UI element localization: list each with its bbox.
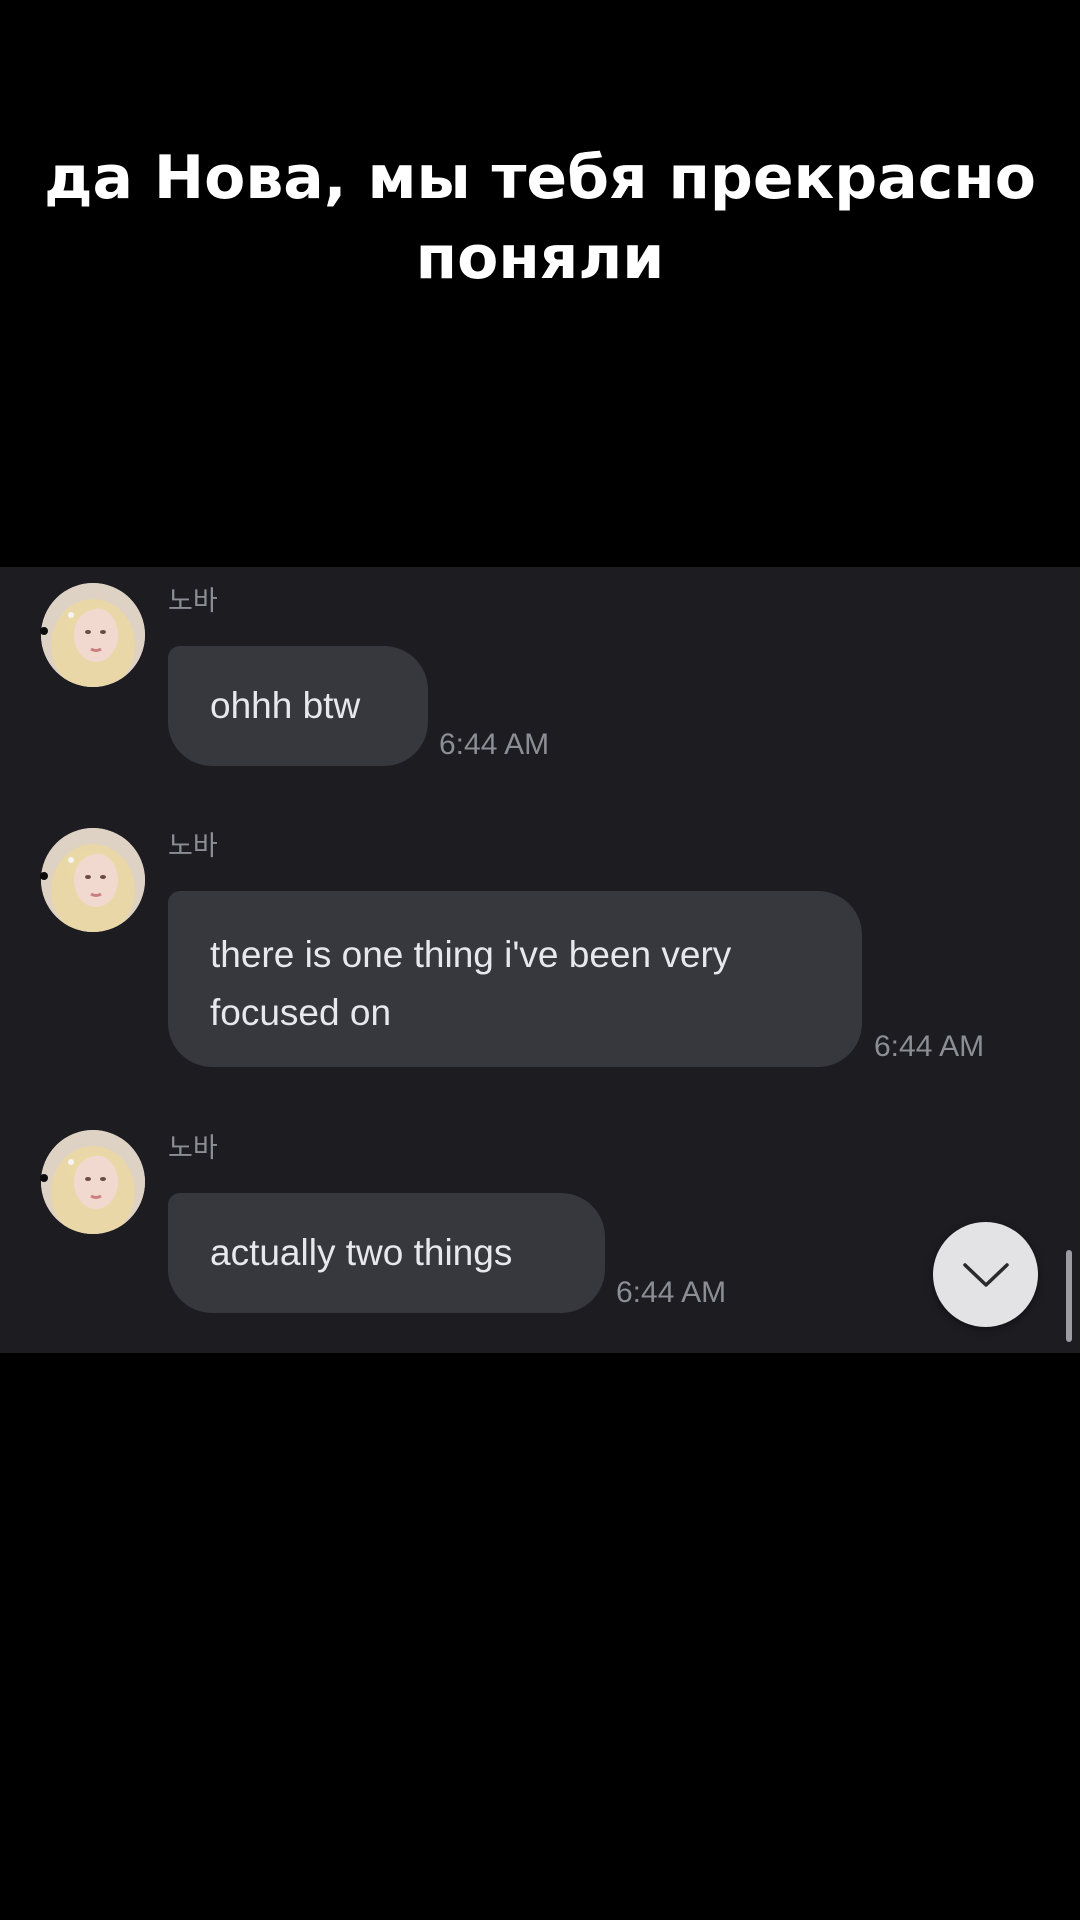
avatar[interactable] bbox=[41, 1130, 145, 1234]
sender-name: 노바 bbox=[168, 831, 218, 862]
message-line: there is one thing i've been very bbox=[210, 934, 732, 975]
online-dot bbox=[40, 872, 48, 880]
avatar-photo bbox=[41, 583, 145, 687]
online-dot bbox=[40, 627, 48, 635]
sender-name: 노바 bbox=[168, 1133, 218, 1164]
message-line: focused on bbox=[210, 992, 392, 1033]
message-time: 6:44 AM bbox=[439, 728, 550, 761]
avatar[interactable] bbox=[41, 828, 145, 932]
message-time: 6:44 AM bbox=[616, 1276, 727, 1309]
message-time: 6:44 AM bbox=[874, 1030, 985, 1063]
meme-caption: да Нова, мы тебя прекрасно поняли bbox=[0, 138, 1080, 298]
scroll-to-bottom-button[interactable] bbox=[933, 1222, 1038, 1327]
chat-panel[interactable]: 노바 ohhh btw 6:44 AM 노바 there is one thin… bbox=[0, 567, 1080, 1353]
message-text: there is one thing i've been very focuse… bbox=[210, 926, 731, 1042]
avatar[interactable] bbox=[41, 583, 145, 687]
sender-name: 노바 bbox=[168, 586, 218, 617]
message-bubble[interactable]: actually two things bbox=[168, 1193, 605, 1313]
caption-line-2: поняли bbox=[415, 223, 665, 293]
chevron-down-icon bbox=[962, 1262, 1009, 1287]
message-text: ohhh btw bbox=[210, 685, 361, 726]
online-dot bbox=[40, 1174, 48, 1182]
message-bubble[interactable]: ohhh btw bbox=[168, 646, 428, 766]
message-text: actually two things bbox=[210, 1232, 513, 1273]
avatar-photo bbox=[41, 1130, 145, 1234]
caption-line-1: да Нова, мы тебя прекрасно bbox=[44, 143, 1036, 213]
avatar-photo bbox=[41, 828, 145, 932]
scrollbar[interactable] bbox=[1066, 1250, 1072, 1342]
message-bubble[interactable]: there is one thing i've been very focuse… bbox=[168, 891, 862, 1067]
